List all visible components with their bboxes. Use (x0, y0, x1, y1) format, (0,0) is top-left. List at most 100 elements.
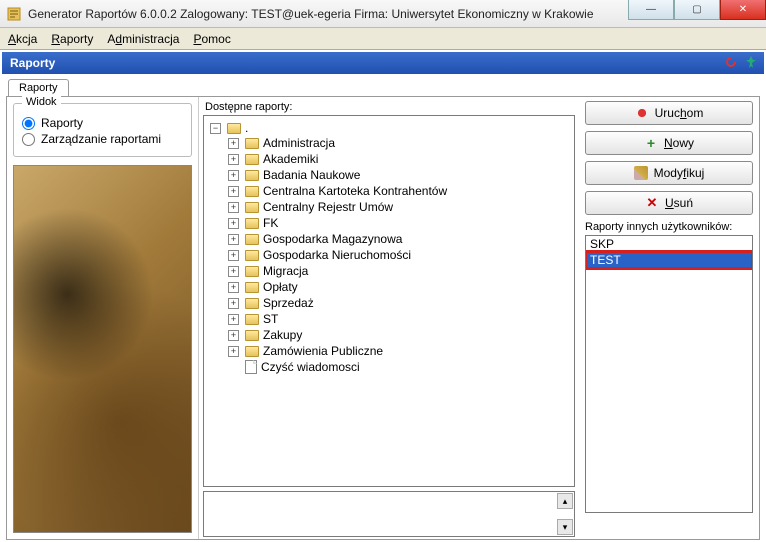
expand-icon[interactable]: + (228, 314, 239, 325)
expand-icon[interactable]: + (228, 138, 239, 149)
tree-folder-label: Gospodarka Magazynowa (263, 232, 402, 246)
view-legend: Widok (22, 96, 61, 108)
tree-folder[interactable]: + Zakupy (228, 328, 570, 342)
menu-administracja[interactable]: Administracja (107, 32, 179, 46)
tree-folder-label: Migracja (263, 264, 308, 278)
folder-icon (245, 250, 259, 261)
expand-icon[interactable]: + (228, 154, 239, 165)
tree-folder[interactable]: + FK (228, 216, 570, 230)
report-tree[interactable]: − . + Administracja + Akademiki +Badania Nau… (203, 115, 575, 487)
tree-folder-label: Centralny Rejestr Umów (263, 200, 393, 214)
pin-icon[interactable] (744, 55, 758, 69)
tree-folder[interactable]: +Opłaty (228, 280, 570, 294)
maximize-button[interactable]: ▢ (674, 0, 720, 20)
view-groupbox: Widok Raporty Zarządzanie raportami (13, 103, 192, 157)
tree-folder-label: ST (263, 312, 278, 326)
tree-folder[interactable]: +Gospodarka Nieruchomości (228, 248, 570, 262)
tree-folder[interactable]: +Sprzedaż (228, 296, 570, 310)
radio-manage[interactable]: Zarządzanie raportami (22, 132, 183, 146)
app-icon (6, 6, 22, 22)
page-icon (245, 360, 257, 374)
tree-folder[interactable]: + Gospodarka Magazynowa (228, 232, 570, 246)
expand-icon[interactable]: + (228, 346, 239, 357)
tree-folder-label: Zamówienia Publiczne (263, 344, 383, 358)
tree-folder-label: Centralna Kartoteka Kontrahentów (263, 184, 447, 198)
expand-icon[interactable]: + (228, 250, 239, 261)
tab-strip: Raporty (8, 76, 764, 96)
menu-raporty[interactable]: Raporty (51, 32, 93, 46)
folder-icon (245, 170, 259, 181)
middle-column: Dostępne raporty: − . + Administracja + Aka… (199, 97, 579, 539)
tab-raporty[interactable]: Raporty (8, 79, 69, 96)
expand-icon[interactable]: + (228, 298, 239, 309)
window-title: Generator Raportów 6.0.0.2 Zalogowany: T… (28, 7, 594, 21)
expand-icon[interactable]: + (228, 266, 239, 277)
folder-icon (245, 202, 259, 213)
tree-folder[interactable]: + Centralny Rejestr Umów (228, 200, 570, 214)
radio-reports[interactable]: Raporty (22, 116, 183, 130)
tree-folder[interactable]: + Administracja (228, 136, 570, 150)
expand-icon[interactable]: + (228, 186, 239, 197)
tree-folder-label: Zakupy (263, 328, 302, 342)
expand-icon[interactable]: + (228, 234, 239, 245)
tree-folder[interactable]: + Akademiki (228, 152, 570, 166)
tree-folder[interactable]: + Zamówienia Publiczne (228, 344, 570, 358)
expand-icon[interactable]: + (228, 282, 239, 293)
pencil-icon (634, 166, 648, 180)
menu-bar: Akcja Raporty Administracja Pomoc (0, 28, 766, 50)
tree-folder[interactable]: + ST (228, 312, 570, 326)
radio-reports-label: Raporty (41, 116, 83, 130)
folder-icon (245, 282, 259, 293)
tree-folder[interactable]: +Badania Naukowe (228, 168, 570, 182)
tree-label: Dostępne raporty: (205, 101, 575, 113)
tree-root-label: . (245, 121, 248, 135)
modify-button[interactable]: Modyfikuj (585, 161, 753, 185)
run-icon (635, 106, 649, 120)
expand-icon[interactable]: + (228, 218, 239, 229)
scroll-down-button[interactable]: ▾ (557, 519, 573, 535)
expand-icon[interactable]: + (228, 170, 239, 181)
folder-icon (245, 154, 259, 165)
other-users-label: Raporty innych użytkowników: (585, 221, 753, 233)
tree-root[interactable]: − . (210, 121, 570, 135)
tree-folder[interactable]: + Centralna Kartoteka Kontrahentów (228, 184, 570, 198)
tree-leaf[interactable]: Czyść wiadomosci (228, 360, 570, 374)
collapse-icon[interactable]: − (210, 123, 221, 134)
menu-pomoc[interactable]: Pomoc (193, 32, 230, 46)
main-panel: Widok Raporty Zarządzanie raportami Dost… (6, 96, 760, 540)
window-titlebar: Generator Raportów 6.0.0.2 Zalogowany: T… (0, 0, 766, 28)
tree-folder-label: FK (263, 216, 278, 230)
scroll-up-button[interactable]: ▴ (557, 493, 573, 509)
tree-leaf-label: Czyść wiadomosci (261, 360, 360, 374)
list-item[interactable]: SKP (586, 236, 752, 252)
radio-reports-input[interactable] (22, 117, 35, 130)
delete-button[interactable]: ✕ Usuń (585, 191, 753, 215)
refresh-icon[interactable] (724, 55, 738, 69)
left-column: Widok Raporty Zarządzanie raportami (7, 97, 199, 539)
list-item[interactable]: TEST (586, 252, 752, 268)
folder-icon (245, 234, 259, 245)
folder-icon (245, 314, 259, 325)
new-button[interactable]: + Nowy (585, 131, 753, 155)
run-button[interactable]: Uruchom (585, 101, 753, 125)
folder-icon (245, 266, 259, 277)
menu-akcja[interactable]: Akcja (8, 32, 37, 46)
folder-icon (245, 186, 259, 197)
no-expand-icon (228, 362, 239, 373)
radio-manage-input[interactable] (22, 133, 35, 146)
tree-folder-label: Akademiki (263, 152, 318, 166)
window-buttons: — ▢ ✕ (628, 0, 766, 20)
plus-icon: + (644, 136, 658, 150)
radio-manage-label: Zarządzanie raportami (41, 132, 161, 146)
tree-folder[interactable]: + Migracja (228, 264, 570, 278)
expand-icon[interactable]: + (228, 202, 239, 213)
description-box[interactable]: ▴ ▾ (203, 491, 575, 537)
minimize-button[interactable]: — (628, 0, 674, 20)
close-button[interactable]: ✕ (720, 0, 766, 20)
expand-icon[interactable]: + (228, 330, 239, 341)
section-header: Raporty (2, 52, 764, 74)
tree-folder-label: Administracja (263, 136, 335, 150)
x-icon: ✕ (645, 196, 659, 210)
other-users-list[interactable]: SKPTEST (585, 235, 753, 513)
folder-icon (245, 330, 259, 341)
